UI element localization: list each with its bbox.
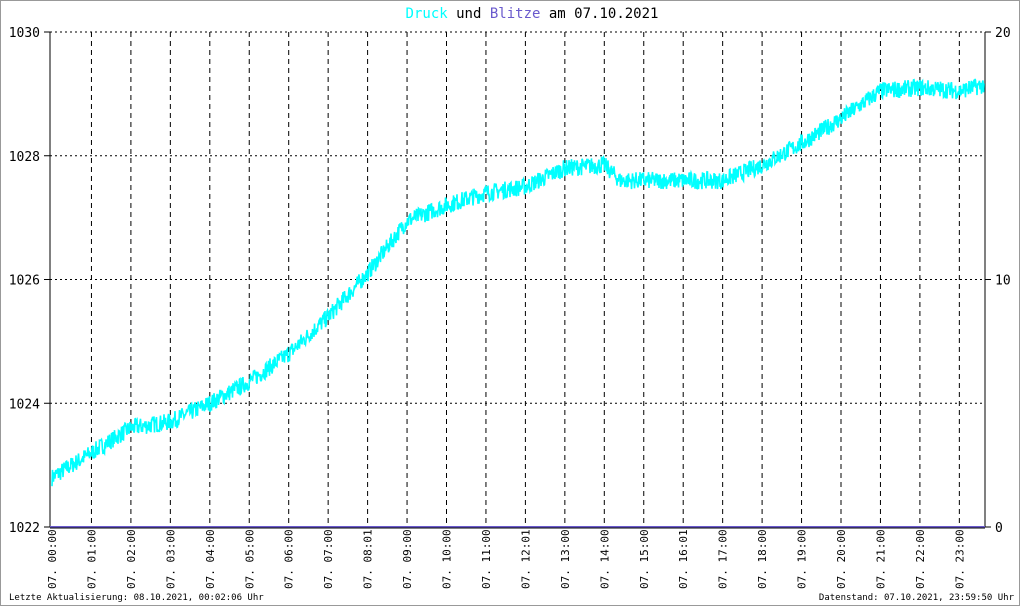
y-tick-label: 1028 — [9, 150, 40, 165]
x-tick-label: 07. 01:00 — [85, 529, 98, 589]
x-tick-label: 07. 11:00 — [480, 529, 493, 589]
x-tick-label: 07. 06:00 — [283, 529, 296, 589]
x-tick-label: 07. 17:00 — [717, 529, 730, 589]
last-update: Letzte Aktualisierung: 08.10.2021, 00:02… — [9, 593, 264, 603]
x-tick-label: 07. 23:00 — [953, 529, 966, 589]
data-status: Datenstand: 07.10.2021, 23:59:50 Uhr — [818, 593, 1014, 603]
y-tick-label: 1030 — [9, 26, 40, 41]
x-tick-label: 07. 22:00 — [914, 529, 927, 589]
series-druck-line — [51, 78, 985, 487]
x-tick-label: 07. 04:00 — [204, 529, 217, 589]
chart-frame: Druck und Blitze am 07.10.2021 1022 1024 1… — [0, 0, 1020, 606]
x-tick-label: 07. 05:00 — [243, 529, 256, 589]
x-tick-label: 07. 02:00 — [125, 529, 138, 589]
x-tick-label: 07. 13:00 — [559, 529, 572, 589]
chart-svg: 1022 1024 1026 1028 1030 0 10 20 07. 00:00 07. 01… — [9, 26, 1011, 589]
x-tick-label: 07. 14:00 — [598, 529, 611, 589]
x-tick-label: 07. 15:00 — [638, 529, 651, 589]
y2-tick-label: 0 — [995, 521, 1003, 536]
x-tick-label: 07. 12:01 — [519, 529, 532, 589]
x-tick-label: 07. 16:01 — [677, 529, 690, 589]
x-tick-label: 07. 20:00 — [835, 529, 848, 589]
x-tick-label: 07. 19:00 — [796, 529, 809, 589]
x-tick-label: 07. 18:00 — [756, 529, 769, 589]
x-tick-label: 07. 00:00 — [46, 529, 59, 589]
x-tick-label: 07. 03:00 — [164, 529, 177, 589]
x-tick-label: 07. 09:00 — [401, 529, 414, 589]
x-tick-label: 07. 07:00 — [322, 529, 335, 589]
y2-tick-label: 20 — [995, 26, 1011, 41]
x-tick-label: 07. 21:00 — [874, 529, 887, 589]
x-tick-label: 07. 08:01 — [362, 529, 375, 589]
y-tick-label: 1022 — [9, 521, 40, 536]
x-tick-label: 07. 10:00 — [441, 529, 454, 589]
y-tick-label: 1026 — [9, 274, 40, 289]
y2-tick-label: 10 — [995, 274, 1011, 289]
y-tick-label: 1024 — [9, 397, 40, 412]
